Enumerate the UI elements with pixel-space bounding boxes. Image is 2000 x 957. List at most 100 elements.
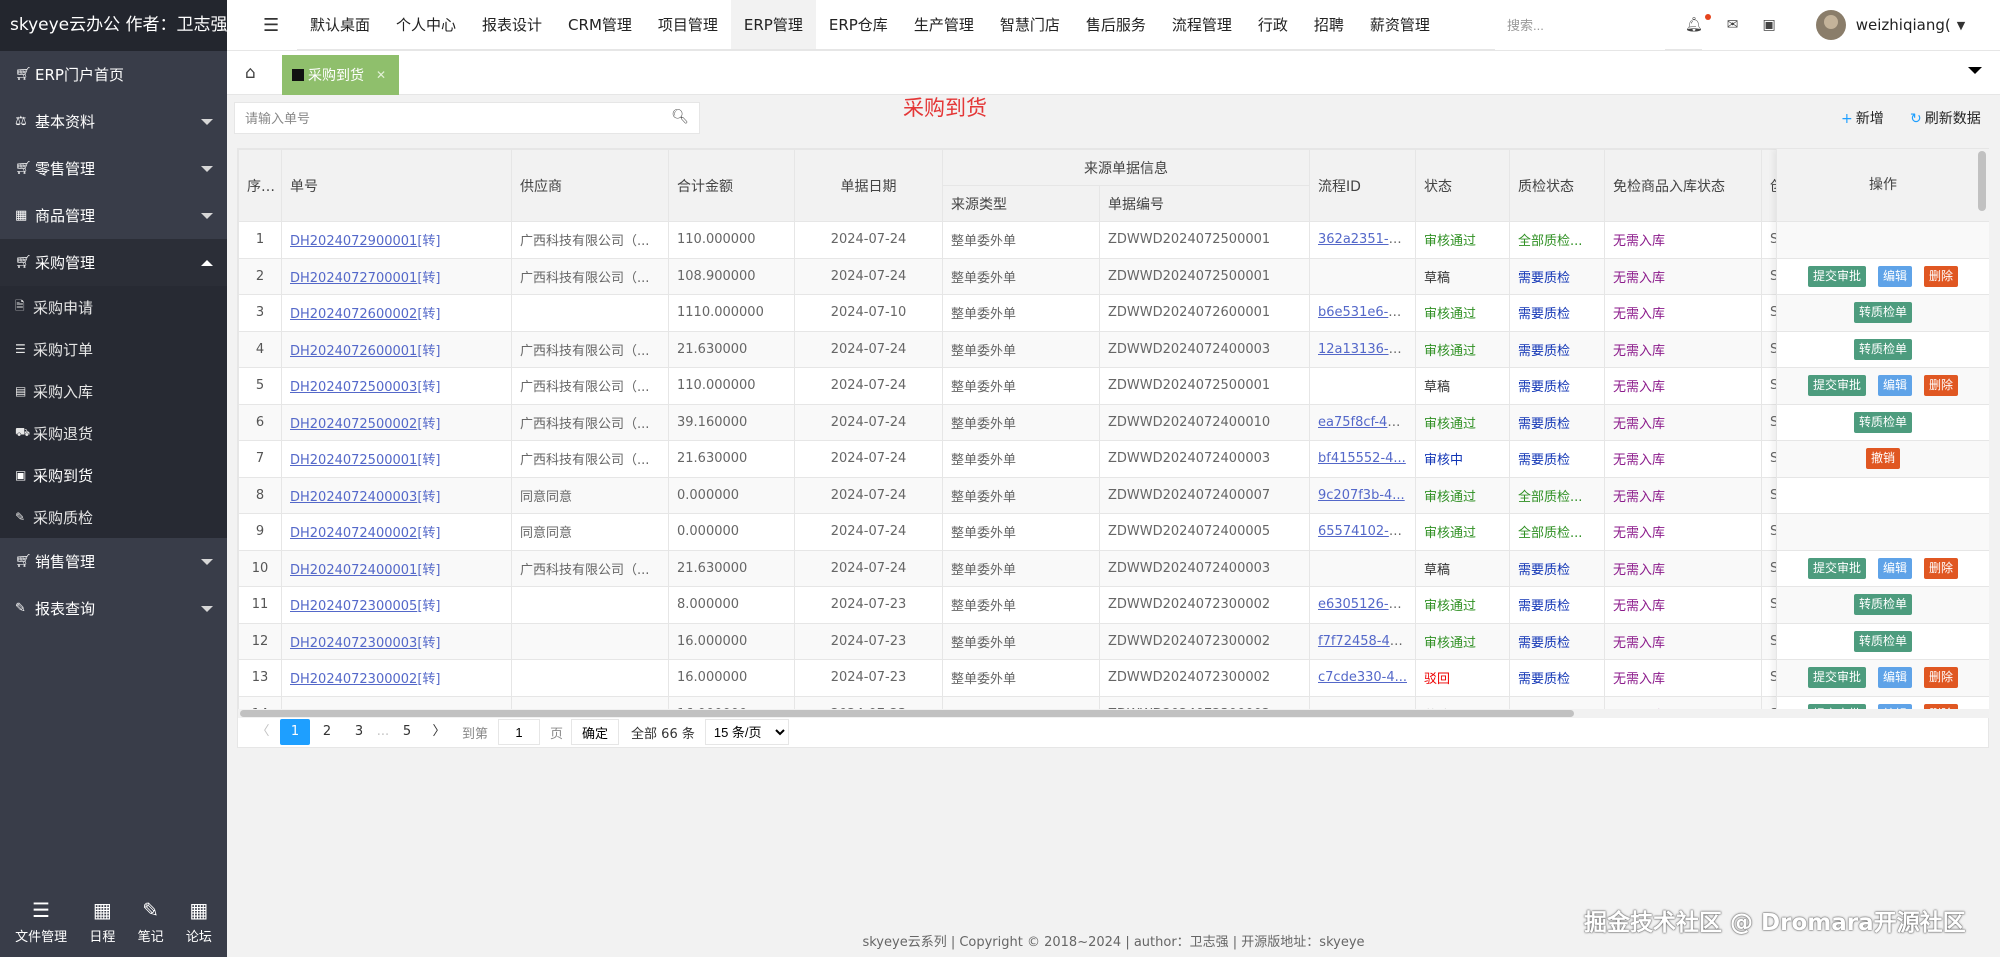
lock-icon[interactable]: ▣ (1763, 17, 1776, 33)
topnav-item[interactable]: 生产管理 (901, 0, 987, 49)
convert-tag[interactable]: [转] (417, 599, 440, 614)
submit-approval-button[interactable]: 提交审批 (1807, 375, 1866, 397)
topnav-item[interactable]: 报表设计 (469, 0, 555, 49)
home-icon[interactable]: ⌂ (245, 63, 256, 83)
horizontal-scrollbar[interactable] (238, 709, 1989, 718)
bell-icon[interactable]: 🔔︎ (1685, 14, 1711, 33)
order-number-link[interactable]: DH2024072400003 (290, 490, 417, 505)
flow-id-link[interactable]: 362a2351-4... (1318, 232, 1409, 247)
scrollbar-thumb[interactable] (240, 710, 1574, 717)
page-button[interactable]: 1 (280, 719, 310, 745)
vertical-scrollbar[interactable] (1978, 151, 1986, 211)
flow-id-link[interactable]: 9c207f3b-4... (1318, 488, 1405, 503)
convert-tag[interactable]: [转] (417, 453, 440, 468)
topnav-item[interactable]: 默认桌面 (297, 0, 383, 49)
order-number-link[interactable]: DH2024072400001 (290, 563, 417, 578)
submit-approval-button[interactable]: 提交审批 (1807, 265, 1866, 287)
topnav-item[interactable]: 招聘 (1301, 0, 1357, 49)
sidebar-item-purchase[interactable]: 🛒︎ 采购管理 (0, 239, 227, 286)
notes-button[interactable]: ✎ 笔记 (138, 898, 164, 945)
page-button[interactable]: 2 (312, 719, 342, 745)
topnav-item-active[interactable]: ERP管理 (730, 0, 816, 49)
to-qc-button[interactable]: 转质检单 (1853, 302, 1912, 324)
order-number-link[interactable]: DH2024072300005 (290, 599, 417, 614)
next-page-button[interactable]: 〉 (424, 719, 454, 745)
topnav-item[interactable]: 行政 (1245, 0, 1301, 49)
sidebar-item-goods[interactable]: ▦ 商品管理 (0, 192, 227, 239)
flow-id-link[interactable]: 65574102-4... (1318, 524, 1410, 539)
edit-button[interactable]: 编辑 (1877, 667, 1912, 689)
revoke-button[interactable]: 撤销 (1865, 448, 1900, 470)
to-qc-button[interactable]: 转质检单 (1853, 338, 1912, 360)
order-number-link[interactable]: DH2024072500001 (290, 453, 417, 468)
refresh-button[interactable]: ↻ 刷新数据 (1910, 108, 1981, 128)
close-icon[interactable]: ✕ (376, 68, 386, 82)
sidebar-item-basic-data[interactable]: ⚖︎ 基本资料 (0, 98, 227, 145)
hamburger-icon[interactable]: ☰ (263, 15, 279, 36)
delete-button[interactable]: 删除 (1924, 265, 1959, 287)
topnav-item[interactable]: ERP仓库 (816, 0, 901, 49)
page-size-select[interactable]: 15 条/页 (704, 719, 789, 745)
to-qc-button[interactable]: 转质检单 (1853, 594, 1912, 616)
forum-button[interactable]: ▦ 论坛 (186, 898, 212, 945)
order-number-link[interactable]: DH2024072500003 (290, 380, 417, 395)
table-scroll[interactable]: 序号 单号 供应商 合计金额 单据日期 来源单据信息 流程ID 状态 质检状态 … (238, 149, 1989, 709)
edit-button[interactable]: 编辑 (1877, 557, 1912, 579)
delete-button[interactable]: 删除 (1924, 375, 1959, 397)
topnav-item[interactable]: 流程管理 (1159, 0, 1245, 49)
convert-tag[interactable]: [转] (417, 417, 440, 432)
username[interactable]: weizhiqiang( (1856, 16, 1951, 34)
flow-id-link[interactable]: c7cde330-4... (1318, 670, 1407, 685)
delete-button[interactable]: 删除 (1924, 667, 1959, 689)
search-input[interactable] (235, 103, 655, 133)
convert-tag[interactable]: [转] (417, 526, 440, 541)
order-number-link[interactable]: DH2024072500002 (290, 417, 417, 432)
mail-icon[interactable]: ✉︎ (1727, 17, 1739, 33)
goto-confirm-button[interactable]: 确定 (571, 719, 620, 745)
topnav-item[interactable]: 薪资管理 (1357, 0, 1443, 49)
tab-purchase-arrival[interactable]: 采购到货 ✕ (282, 55, 399, 95)
sidebar-item-retail[interactable]: 🛒︎ 零售管理 (0, 145, 227, 192)
order-number-link[interactable]: DH2024072300002 (290, 672, 417, 687)
order-number-link[interactable]: DH2024072400002 (290, 526, 417, 541)
convert-tag[interactable]: [转] (417, 234, 440, 249)
add-button[interactable]: + 新增 (1841, 108, 1884, 128)
flow-id-link[interactable]: bf415552-4... (1318, 451, 1406, 466)
goto-page-input[interactable] (498, 719, 541, 745)
topnav-item[interactable]: 个人中心 (383, 0, 469, 49)
sidebar-subitem-purchase-return[interactable]: ⛟︎ 采购退货 (0, 412, 227, 454)
flow-id-link[interactable]: f7f72458-48... (1318, 634, 1410, 649)
global-search-input[interactable] (1495, 0, 1665, 50)
page-button[interactable]: 5 (392, 719, 422, 745)
tab-menu-caret-icon[interactable] (1968, 67, 1982, 74)
convert-tag[interactable]: [转] (417, 380, 440, 395)
flow-id-link[interactable]: b6e531e6-4... (1318, 305, 1409, 320)
search-icon[interactable]: 🔍︎ (671, 109, 689, 125)
sidebar-subitem-purchase-inbound[interactable]: ▤ 采购入库 (0, 370, 227, 412)
avatar[interactable] (1815, 10, 1846, 40)
order-number-link[interactable]: DH2024072600001 (290, 344, 417, 359)
convert-tag[interactable]: [转] (417, 307, 440, 322)
topnav-item[interactable]: CRM管理 (555, 0, 645, 49)
order-number-link[interactable]: DH2024072700001 (290, 271, 417, 286)
submit-approval-button[interactable]: 提交审批 (1807, 557, 1866, 579)
sidebar-item-erp-home[interactable]: 🛒︎ ERP门户首页 (0, 51, 227, 98)
to-qc-button[interactable]: 转质检单 (1853, 411, 1912, 433)
order-number-link[interactable]: DH2024072600002 (290, 307, 417, 322)
sidebar-subitem-purchase-arrival[interactable]: ▣ 采购到货 (0, 454, 227, 496)
sidebar-subitem-purchase-order[interactable]: ☰ 采购订单 (0, 328, 227, 370)
topnav-item[interactable]: 项目管理 (645, 0, 731, 49)
sidebar-subitem-purchase-qc[interactable]: ✎ 采购质检 (0, 496, 227, 538)
schedule-button[interactable]: ▦ 日程 (89, 898, 115, 945)
convert-tag[interactable]: [转] (417, 490, 440, 505)
convert-tag[interactable]: [转] (417, 271, 440, 286)
edit-button[interactable]: 编辑 (1877, 265, 1912, 287)
sidebar-item-sales[interactable]: 🛒︎ 销售管理 (0, 538, 227, 585)
convert-tag[interactable]: [转] (417, 672, 440, 687)
convert-tag[interactable]: [转] (417, 636, 440, 651)
order-number-link[interactable]: DH2024072300003 (290, 636, 417, 651)
flow-id-link[interactable]: 12a13136-4... (1318, 342, 1409, 357)
sidebar-subitem-purchase-request[interactable]: 🗎︎ 采购申请 (0, 286, 227, 328)
delete-button[interactable]: 删除 (1924, 557, 1959, 579)
sidebar-item-reports[interactable]: ✎ 报表查询 (0, 585, 227, 632)
